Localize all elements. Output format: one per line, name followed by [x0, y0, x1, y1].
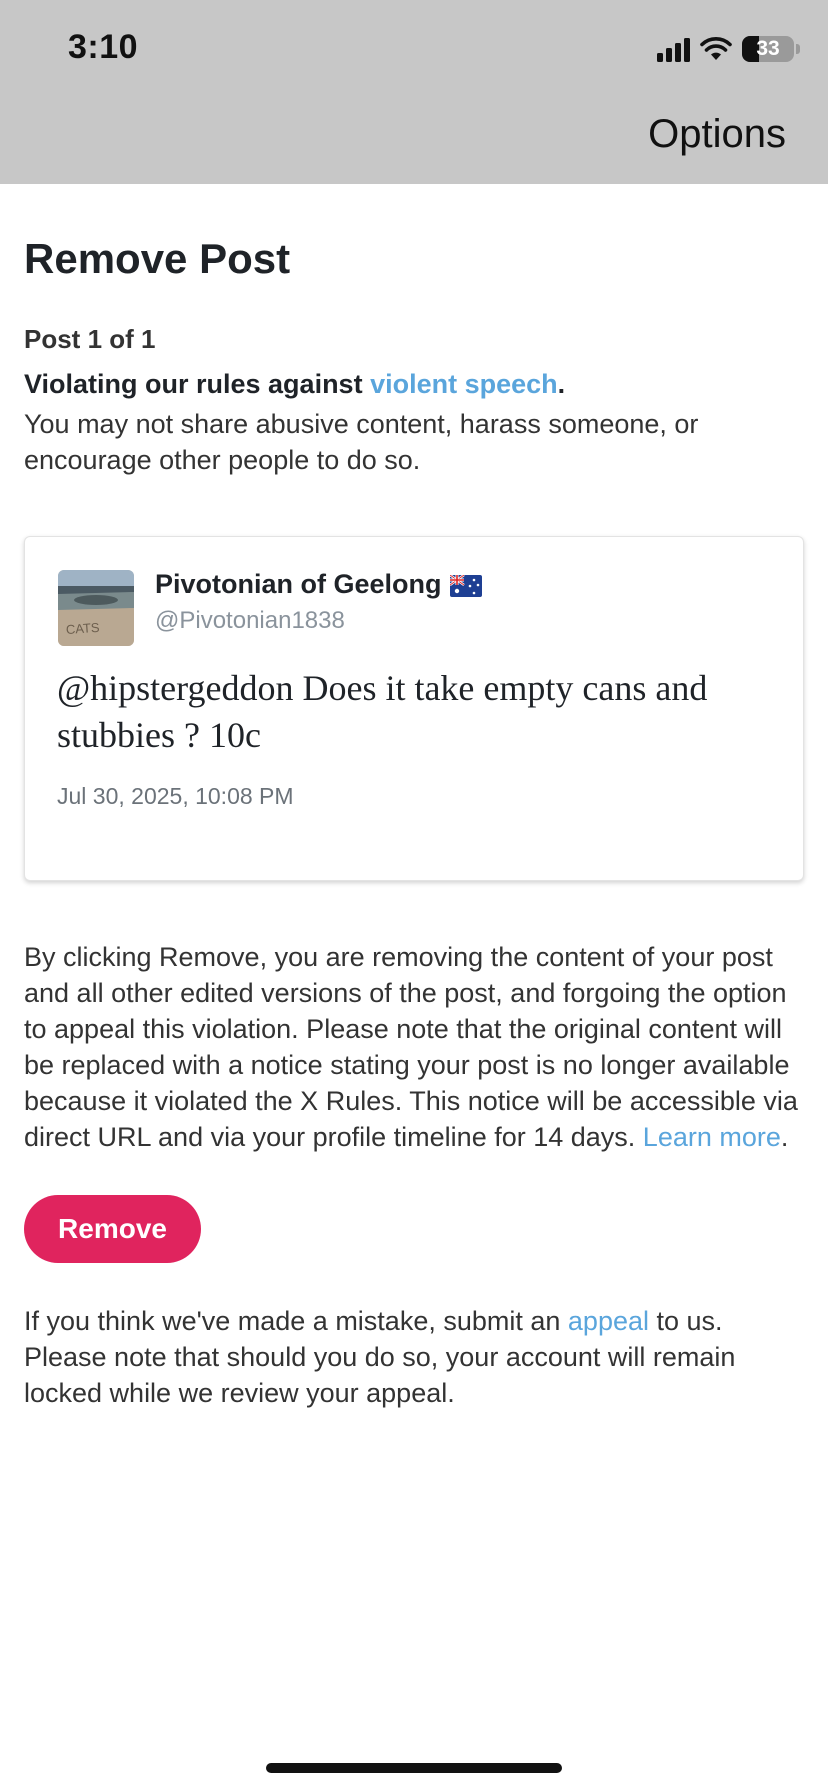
battery-icon: 33	[742, 36, 800, 62]
post-text: @hipstergeddon Does it take empty cans a…	[57, 668, 708, 756]
main-content: Remove Post Post 1 of 1 Violating our ru…	[24, 184, 804, 1411]
battery-level: 33	[756, 37, 780, 60]
post-date: Jul 30, 2025, 10:08 PM	[57, 783, 294, 810]
learn-more-link[interactable]: Learn more	[643, 1122, 781, 1152]
rule-description: You may not share abusive content, haras…	[24, 409, 699, 476]
status-icons: 33	[657, 34, 800, 64]
remove-explanation-text: By clicking Remove, you are removing the…	[24, 942, 798, 1153]
options-button[interactable]: Options	[648, 112, 786, 157]
appeal-prefix: If you think we've made a mistake, submi…	[24, 1306, 568, 1337]
author-name: Pivotonian of Geelong	[155, 569, 482, 600]
remove-explanation: By clicking Remove, you are removing the…	[24, 939, 804, 1155]
australia-flag-icon	[449, 575, 482, 598]
post-card: CATS Pivotonian of Geelong @Pivotonian18…	[24, 536, 804, 882]
remove-explanation-suffix: .	[780, 1122, 789, 1153]
top-bar: 3:10 33 Options	[0, 0, 828, 184]
post-count: Post 1 of 1	[24, 324, 156, 355]
author-name-text: Pivotonian of Geelong	[155, 569, 442, 600]
remove-button[interactable]: Remove	[24, 1195, 201, 1264]
violation-prefix: Violating our rules against	[24, 369, 371, 400]
violation-suffix: .	[557, 369, 566, 400]
page-title: Remove Post	[24, 235, 291, 282]
author-handle: @Pivotonian1838	[155, 607, 345, 635]
appeal-notice: If you think we've made a mistake, submi…	[24, 1303, 804, 1411]
violation-heading: Violating our rules against violent spee…	[24, 369, 804, 400]
wifi-icon	[700, 37, 732, 60]
home-indicator[interactable]	[266, 1763, 562, 1773]
appeal-link[interactable]: appeal	[568, 1306, 649, 1336]
avatar: CATS	[58, 570, 134, 647]
cellular-signal-icon	[657, 36, 690, 62]
violent-speech-link[interactable]: violent speech	[370, 369, 558, 399]
status-time: 3:10	[68, 28, 139, 66]
avatar-caption: CATS	[65, 620, 100, 637]
